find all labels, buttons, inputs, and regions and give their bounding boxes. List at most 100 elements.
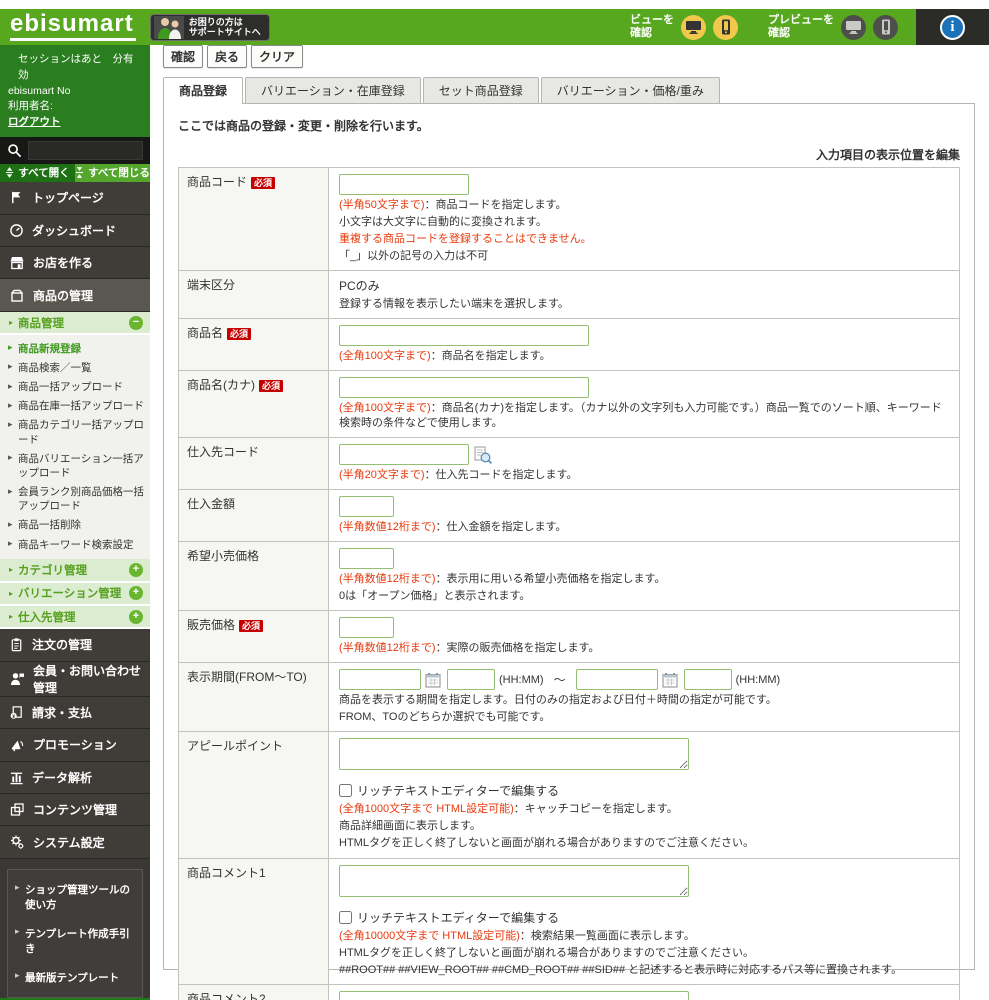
collapse-icon[interactable]: − — [129, 315, 143, 330]
submenu-item-bulk-delete[interactable]: 商品一括削除 — [0, 516, 150, 535]
sidebar-item-promotion[interactable]: プロモーション — [0, 729, 150, 762]
sidebar-item-dashboard[interactable]: ダッシュボード — [0, 214, 150, 248]
supplier-code-input[interactable] — [339, 443, 469, 465]
back-button[interactable]: 戻る — [207, 45, 248, 68]
sidebar-item-label: システム設定 — [33, 835, 105, 850]
product-code-input[interactable] — [339, 174, 469, 195]
preview-mobile-button[interactable] — [873, 14, 898, 40]
view-desktop-button[interactable] — [681, 14, 706, 40]
expand-icon[interactable]: + — [129, 586, 143, 601]
sidebar-item-order-management[interactable]: 注文の管理 — [0, 629, 150, 662]
tab-variation-stock[interactable]: バリエーション・在庫登録 — [245, 77, 421, 103]
tilde-separator: ～ — [553, 673, 566, 688]
gear-icon — [11, 835, 24, 849]
help-link-template-guide[interactable]: テンプレート作成手引き — [11, 919, 139, 963]
comment-1-richtext-checkbox[interactable] — [339, 910, 352, 924]
confirm-button[interactable]: 確認 — [163, 45, 204, 68]
submenu-item-keyword-search[interactable]: 商品キーワード検索設定 — [0, 535, 150, 554]
sidebar-item-top-page[interactable]: トップページ — [0, 182, 150, 215]
row-display-period: 表示期間(FROM～TO) (HH:MM) ～ (HH:MM) 商品を表示する期間を… — [179, 663, 959, 733]
field-label: 商品コメント1 — [187, 865, 266, 880]
product-form-table: 商品コード 必須 (半角50文字まで)：商品コードを指定します。 小文字は大文字に… — [178, 167, 960, 1000]
period-to-time-input[interactable] — [683, 669, 732, 691]
submenu-item-variation-upload[interactable]: 商品バリエーション一括アップロード — [0, 449, 150, 482]
sidebar-item-data-analysis[interactable]: データ解析 — [0, 761, 150, 795]
product-comment-1-textarea[interactable] — [339, 864, 689, 897]
open-all-button[interactable]: すべて開く — [0, 163, 75, 183]
submenu-item-search-list[interactable]: 商品検索／一覧 — [0, 358, 150, 377]
expand-icon[interactable]: + — [129, 609, 143, 624]
product-comment-2-textarea[interactable] — [339, 990, 689, 1000]
view-check-group: ビューを 確認 — [630, 14, 738, 40]
field-label: 商品コメント2 — [187, 991, 266, 1000]
info-icon[interactable]: i — [940, 14, 965, 40]
preview-label-line1: プレビューを — [768, 14, 834, 27]
selling-price-input[interactable] — [339, 617, 394, 639]
sidebar-item-create-shop[interactable]: お店を作る — [0, 247, 150, 280]
device-type-value: PCのみ — [339, 279, 380, 294]
expand-collapse-toggles: すべて開く すべて閉じる — [0, 163, 150, 183]
product-name-kana-input[interactable] — [339, 377, 589, 399]
calendar-icon[interactable] — [425, 672, 441, 688]
close-all-button[interactable]: すべて閉じる — [75, 163, 150, 183]
sidebar-item-system-settings[interactable]: システム設定 — [0, 826, 150, 859]
row-retail-price: 希望小売価格 (半角数値12桁まで)：表示用に用いる希望小売価格を指定します。 … — [179, 541, 959, 612]
submenu-item-rank-price-upload[interactable]: 会員ランク別商品価格一括アップロード — [0, 483, 150, 516]
section-variation-management[interactable]: ▸ バリエーション管理 + — [0, 582, 150, 606]
period-from-date-input[interactable] — [339, 669, 421, 691]
section-label: 仕入先管理 — [18, 611, 76, 624]
section-product-management[interactable]: ▸ 商品管理 − — [0, 311, 150, 336]
tab-set-product[interactable]: セット商品登録 — [422, 77, 539, 103]
expand-icon[interactable]: + — [129, 562, 143, 577]
support-label-line2: サポートサイトへ — [188, 27, 261, 37]
info-block: i — [916, 9, 989, 45]
view-mobile-button[interactable] — [713, 14, 738, 40]
sidebar-search-input[interactable] — [28, 140, 143, 160]
logout-link[interactable]: ログアウト — [8, 115, 61, 131]
sidebar-item-billing-payment[interactable]: 請求・支払 — [0, 696, 150, 730]
period-from-time-input[interactable] — [447, 669, 495, 691]
product-name-input[interactable] — [339, 325, 589, 347]
submenu-item-stock-upload[interactable]: 商品在庫一括アップロード — [0, 397, 150, 416]
field-label: 仕入金額 — [187, 496, 236, 511]
invoice-icon — [10, 706, 22, 719]
tab-product-registration[interactable]: 商品登録 — [163, 77, 244, 104]
retail-price-input[interactable] — [339, 547, 394, 569]
edit-field-position-link[interactable]: 入力項目の表示位置を編集 — [178, 146, 960, 163]
field-label: 仕入先コード — [187, 444, 260, 459]
supplier-lookup-icon[interactable] — [473, 446, 493, 465]
sidebar-item-content-management[interactable]: コンテンツ管理 — [0, 794, 150, 827]
tab-bar: 商品登録 バリエーション・在庫登録 セット商品登録 バリエーション・価格/重み — [150, 77, 989, 104]
field-label: 商品名(カナ) — [187, 378, 255, 393]
section-supplier-management[interactable]: ▸ 仕入先管理 + — [0, 605, 150, 630]
form-panel: ここでは商品の登録・変更・削除を行います。 入力項目の表示位置を編集 商品コード… — [163, 103, 975, 1000]
row-selling-price: 販売価格 必須 (半角数値12桁まで)：実際の販売価格を指定します。 — [179, 611, 959, 664]
appeal-point-textarea[interactable] — [339, 738, 689, 771]
row-purchase-price: 仕入金額 (半角数値12桁まで)：仕入金額を指定します。 — [179, 489, 959, 542]
purchase-price-input[interactable] — [339, 495, 394, 517]
tab-variation-price-weight[interactable]: バリエーション・価格/重み — [540, 77, 720, 103]
period-to-date-input[interactable] — [575, 669, 658, 691]
preview-desktop-button[interactable] — [841, 14, 866, 40]
support-site-button[interactable]: お困りの方は サポートサイトへ — [149, 13, 270, 41]
megaphone-icon — [11, 740, 24, 752]
appeal-point-richtext-checkbox[interactable] — [339, 784, 352, 798]
submenu-item-category-upload[interactable]: 商品カテゴリ一括アップロード — [0, 416, 150, 449]
calendar-icon[interactable] — [662, 672, 678, 688]
required-badge: 必須 — [259, 380, 284, 393]
required-badge: 必須 — [251, 177, 276, 189]
submenu-item-bulk-upload[interactable]: 商品一括アップロード — [0, 378, 150, 397]
main-content: 商品新規登録 ? 確認 戻る クリア 商品登録 バリエーション・在庫登録 セット… — [150, 9, 989, 1000]
section-arrow-icon: ▸ — [9, 565, 14, 575]
sidebar-item-member-inquiry[interactable]: 会員・お問い合わせ管理 — [0, 661, 150, 697]
section-category-management[interactable]: ▸ カテゴリ管理 + — [0, 559, 150, 583]
sidebar-item-product-management[interactable]: 商品の管理 — [0, 279, 150, 312]
field-label: アピールポイント — [187, 739, 284, 754]
row-product-comment-1: 商品コメント1 リッチテキストエディターで編集する (全角10000文字まで H… — [179, 858, 959, 985]
clear-button[interactable]: クリア — [251, 45, 304, 68]
submenu-item-new-product[interactable]: 商品新規登録 — [0, 339, 150, 358]
preview-check-group: プレビューを 確認 — [768, 14, 898, 40]
sidebar-item-label: データ解析 — [32, 770, 93, 785]
help-link-latest-template[interactable]: 最新版テンプレート — [11, 963, 139, 992]
help-link-shop-tool-guide[interactable]: ショップ管理ツールの使い方 — [11, 875, 139, 919]
